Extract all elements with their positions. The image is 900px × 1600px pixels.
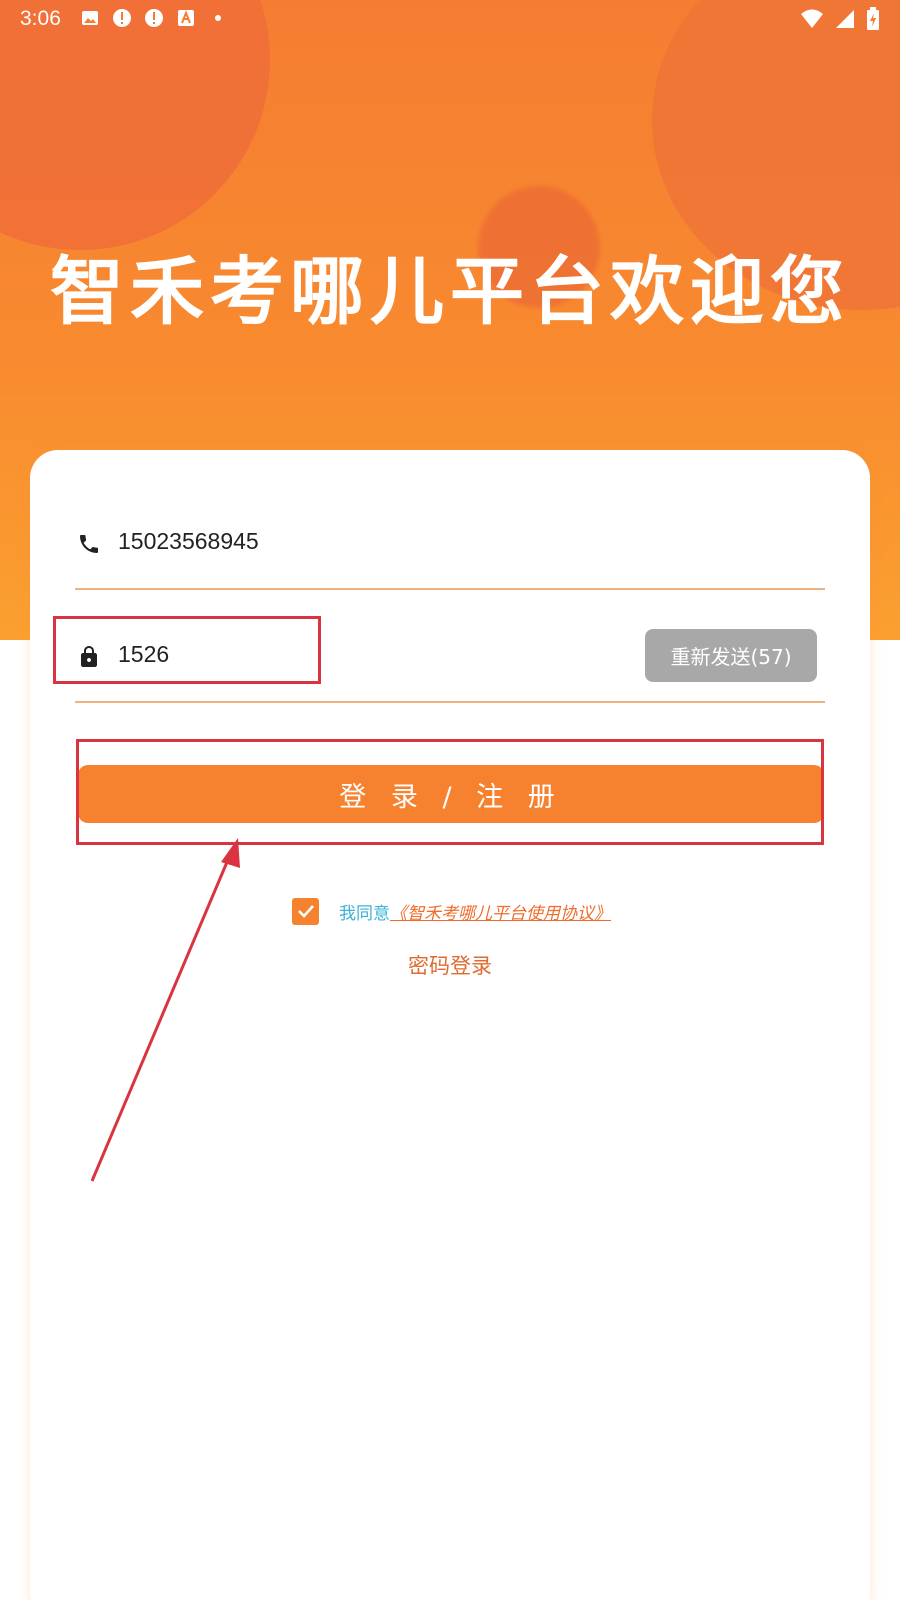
signal-icon <box>836 10 854 28</box>
agreement-row: 我同意 《智禾考哪儿平台使用协议》 <box>292 896 611 926</box>
phone-field[interactable]: 15023568945 <box>75 480 825 590</box>
agreement-prefix: 我同意 <box>339 903 390 924</box>
font-icon <box>178 10 194 26</box>
resend-code-button[interactable]: 重新发送(57) <box>645 629 817 682</box>
agreement-link[interactable]: 《智禾考哪儿平台使用协议》 <box>390 899 611 924</box>
page-title: 智禾考哪儿平台欢迎您 <box>50 249 850 335</box>
wifi-icon <box>801 9 823 28</box>
battery-charging-icon <box>867 7 879 30</box>
verification-code-input[interactable]: 1526 <box>118 641 169 668</box>
alert-icon <box>113 9 131 27</box>
agreement-checkbox[interactable] <box>292 897 319 925</box>
dot-icon <box>215 15 221 21</box>
status-time: 3:06 <box>20 7 61 30</box>
alert-icon <box>145 9 163 27</box>
check-icon <box>297 905 314 918</box>
divider <box>75 588 825 590</box>
login-register-button[interactable]: 登 录 / 注 册 <box>78 765 824 823</box>
status-bar: 3:06 <box>0 0 900 36</box>
phone-input[interactable]: 15023568945 <box>118 528 259 555</box>
divider <box>75 701 825 703</box>
image-icon <box>82 11 98 25</box>
password-login-link[interactable]: 密码登录 <box>0 950 900 980</box>
phone-icon <box>80 535 98 553</box>
lock-icon <box>81 646 97 667</box>
decorative-circle <box>0 0 270 250</box>
